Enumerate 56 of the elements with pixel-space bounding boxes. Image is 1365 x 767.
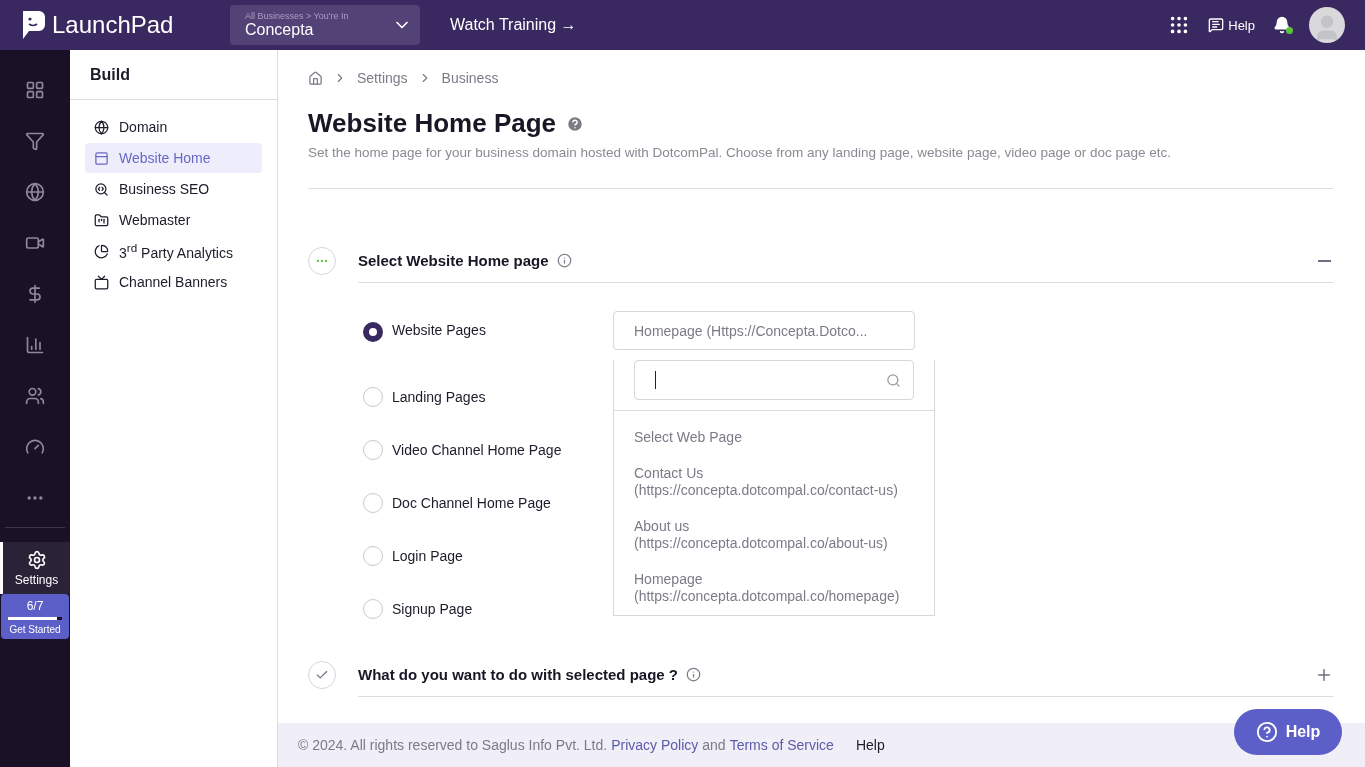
get-started-progress[interactable]: 6/7 Get Started (1, 594, 69, 639)
page-description: Set the home page for your business domain hosted with DotcomPal. Choose from any landing page, website page, video page or doc page etc. (308, 145, 1333, 189)
radio-label: Login Page (392, 547, 463, 564)
search-icon (886, 372, 901, 388)
sidebar-item[interactable]: 3$^{rd}$ Party Analytics (85, 236, 262, 266)
dropdown-option[interactable]: Select Web Page (614, 429, 934, 446)
privacy-policy-link[interactable]: Privacy Policy (611, 737, 699, 753)
page-select[interactable]: Homepage (Https://Concepta.Dotco... (613, 311, 915, 350)
dropdown-option[interactable]: Contact Us (https://concepta.dotcompal.co/contact-us) (614, 465, 934, 499)
business-switcher[interactable]: All Businesses > You're In Concepta (230, 5, 420, 45)
help-icon[interactable] (566, 114, 585, 133)
pie-chart-icon (94, 243, 109, 259)
sidebar-item[interactable]: Website Home (85, 143, 262, 173)
radio-label: Doc Channel Home Page (392, 494, 551, 511)
dropdown-option[interactable]: Homepage (https://concepta.dotcompal.co/homepage) (614, 571, 934, 605)
brand-name: LaunchPad (52, 11, 174, 39)
home-icon[interactable] (308, 70, 323, 86)
info-icon[interactable] (686, 667, 701, 682)
search-field[interactable] (634, 360, 914, 400)
radio-label: Video Channel Home Page (392, 441, 562, 458)
watch-training-link[interactable]: Watch Training → (450, 16, 577, 34)
terms-link[interactable]: Terms of Service (729, 737, 834, 753)
logo-icon (20, 9, 46, 41)
browser-window-icon (94, 150, 109, 166)
radio-label: Website Pages (392, 322, 486, 338)
sidebar-item[interactable]: Domain (85, 112, 262, 142)
globe-icon (94, 119, 109, 135)
sidebar-item[interactable]: Webmaster (85, 205, 262, 235)
copyright-text: © 2024. All rights reserved to Saglus Info Pvt. Ltd. (298, 737, 608, 753)
help-link[interactable]: Help (1208, 17, 1255, 33)
breadcrumb-link[interactable]: Settings (357, 70, 408, 86)
help-button[interactable]: Help (1234, 709, 1342, 755)
radio-label: Landing Pages (392, 388, 486, 405)
minus-icon (1318, 259, 1331, 262)
sidebar-title: Build (70, 50, 277, 100)
settings-nav-item[interactable]: Settings (0, 542, 70, 594)
tv-icon (94, 274, 109, 290)
magnifier-icon (94, 181, 109, 197)
bell-icon[interactable] (1273, 16, 1291, 34)
conjunction-text: and (702, 737, 726, 753)
breadcrumb-link[interactable]: Business (441, 70, 499, 86)
sidebar-item[interactable]: Business SEO (85, 174, 262, 204)
chat-help-icon (1208, 17, 1225, 33)
avatar[interactable] (1309, 7, 1345, 43)
page-title: Website Home Page (308, 108, 557, 139)
radio-label: Signup Page (392, 600, 473, 617)
settings-icon (26, 549, 47, 570)
section-title: What do you want to do with selected page ? (358, 666, 678, 683)
footer-help-link[interactable]: Help (855, 737, 885, 753)
folder-icon (94, 212, 109, 228)
sidebar-item[interactable]: Channel Banners (85, 267, 262, 297)
radio-button[interactable] (363, 322, 383, 342)
section-title: Select Website Home page (358, 252, 549, 269)
dropdown-option[interactable]: About us (https://concepta.dotcompal.co/about-us) (614, 518, 934, 552)
info-icon[interactable] (556, 253, 572, 268)
help-icon (1255, 721, 1278, 743)
